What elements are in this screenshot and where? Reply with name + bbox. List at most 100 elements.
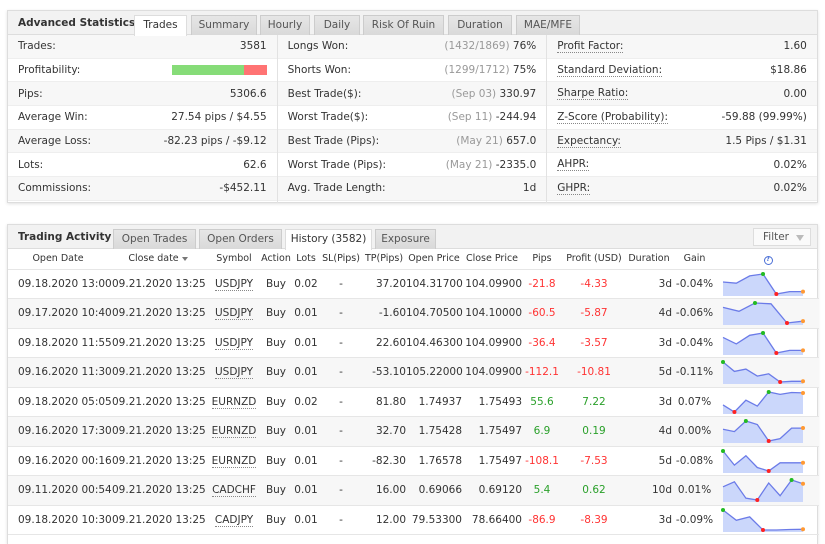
cell-duration: 3d (626, 328, 672, 358)
table-row[interactable]: 09.17.2020 10:40 09.21.2020 13:25 USDJPY Bu… (8, 298, 819, 329)
sparkline-min-point (766, 468, 771, 473)
cell-duration: 4d (626, 416, 672, 447)
symbol-link[interactable]: CADCHF (212, 484, 256, 498)
cell-lots: 0.01 (292, 446, 320, 476)
dropdown-arrow-icon (796, 235, 804, 241)
cell-sl-pips: - (320, 416, 362, 447)
table-row[interactable]: 09.18.2020 11:55 09.21.2020 13:25 USDJPY Bu… (8, 328, 819, 358)
column-header-sl[interactable]: SL(Pips) (320, 249, 362, 270)
stat-label: Pips: (18, 87, 43, 100)
column-header-gain[interactable]: Gain (672, 249, 717, 270)
tab-daily[interactable]: Daily (314, 15, 360, 35)
cell-sl-pips: - (320, 446, 362, 476)
cell-sparkline (717, 269, 819, 299)
column-header-tp[interactable]: TP(Pips) (362, 249, 406, 270)
column-header-chart: ? (717, 249, 819, 270)
cell-tp-pips: 32.70 (362, 416, 406, 447)
column-header-profit[interactable]: Profit (USD) (562, 249, 626, 270)
tab-risk-of-ruin[interactable]: Risk Of Ruin (363, 15, 444, 35)
cell-close-price: 78.66400 (462, 505, 522, 535)
stat-label[interactable]: GHPR: (557, 182, 591, 195)
column-header-lots[interactable]: Lots (292, 249, 320, 270)
table-row[interactable]: 09.16.2020 11:30 09.21.2020 13:25 USDJPY Bu… (8, 357, 819, 388)
table-row[interactable]: 09.16.2020 17:30 09.21.2020 13:25 EURNZD Bu… (8, 416, 819, 447)
cell-profit: -3.57 (562, 328, 626, 358)
stat-label[interactable]: AHPR: (557, 158, 590, 172)
cell-open-price: 104.70500 (406, 298, 463, 329)
tab-duration[interactable]: Duration (448, 15, 512, 35)
cell-profit: -4.33 (562, 269, 626, 299)
symbol-link[interactable]: USDJPY (214, 277, 254, 291)
tab-exposure[interactable]: Exposure (375, 229, 436, 249)
symbol-link[interactable]: USDJPY (214, 307, 254, 321)
column-header-close-price[interactable]: Close Price (462, 249, 522, 270)
column-header-pips[interactable]: Pips (522, 249, 562, 270)
tab-open-trades[interactable]: Open Trades (113, 229, 196, 249)
stat-label[interactable]: Profit Factor: (557, 40, 624, 53)
cell-close-price: 104.09900 (462, 269, 522, 299)
cell-sparkline (717, 505, 819, 535)
cell-open-date: 09.16.2020 00:16 (8, 446, 112, 476)
stat-label[interactable]: Z-Score (Probability): (557, 111, 669, 124)
tab-summary[interactable]: Summary (191, 15, 257, 35)
column-header-symbol[interactable]: Symbol (208, 249, 260, 270)
cell-pips: -108.1 (522, 446, 562, 476)
cell-open-date: 09.18.2020 10:30 (8, 505, 112, 535)
symbol-link[interactable]: USDJPY (214, 366, 254, 380)
stats-column-ratios: Profit Factor: 1.60 Standard Deviation: $18… (547, 35, 817, 203)
cell-sl-pips: - (320, 387, 362, 417)
cell-open-price: 104.31700 (406, 269, 463, 299)
sparkline-max-point (753, 301, 757, 306)
stat-detail: (Sep 03) (451, 87, 497, 100)
gain-sparkline (722, 478, 805, 503)
cell-close-date: 09.21.2020 13:25 (108, 446, 208, 476)
tab-mae-mfe[interactable]: MAE/MFE (516, 15, 580, 35)
symbol-link[interactable]: EURNZD (211, 454, 257, 468)
cell-pips: 55.6 (522, 387, 562, 417)
stat-label: Longs Won: (287, 40, 349, 53)
stat-label[interactable]: Expectancy: (557, 135, 621, 148)
sparkline-last-point (801, 379, 805, 384)
cell-duration: 5d (626, 357, 672, 388)
cell-pips: -112.1 (522, 357, 562, 388)
column-header-duration[interactable]: Duration (626, 249, 672, 270)
sparkline-max-point (761, 330, 765, 335)
cell-close-date: 09.21.2020 13:25 (108, 475, 208, 506)
cell-close-price: 1.75493 (462, 387, 522, 417)
table-row[interactable]: 09.16.2020 00:16 09.21.2020 13:25 EURNZD Bu… (8, 446, 819, 476)
cell-sparkline (717, 475, 819, 506)
symbol-link[interactable]: EURNZD (211, 395, 257, 409)
stat-row: Avg. Trade Length: 1d (277, 177, 547, 201)
table-row[interactable]: 09.18.2020 13:00 09.21.2020 13:25 USDJPY Bu… (8, 269, 819, 299)
panel-title: Trading Activity (18, 231, 112, 243)
cell-open-price: 0.69066 (406, 475, 462, 506)
gain-sparkline (721, 507, 805, 532)
column-header-open-date[interactable]: Open Date (8, 249, 108, 270)
symbol-link[interactable]: EURNZD (211, 425, 257, 439)
filter-button[interactable]: Filter (753, 228, 811, 246)
tab-hourly[interactable]: Hourly (260, 15, 310, 35)
sparkline-max-point (789, 478, 794, 483)
cell-close-price: 0.69120 (462, 475, 522, 506)
table-row[interactable]: 09.18.2020 10:30 09.21.2020 13:25 CADJPY Bu… (8, 505, 819, 535)
column-header-action[interactable]: Action (260, 249, 292, 270)
cell-tp-pips: 12.00 (362, 505, 406, 535)
table-row[interactable]: 09.18.2020 05:05 09.21.2020 13:25 EURNZD Bu… (8, 387, 819, 417)
sparkline-max-point (721, 507, 725, 512)
stat-label: Best Trade($): (287, 87, 362, 100)
column-header-open-price[interactable]: Open Price (406, 249, 462, 270)
stat-label[interactable]: Standard Deviation: (557, 64, 663, 77)
stat-label: Trades: (18, 40, 56, 53)
cell-tp-pips: 16.00 (362, 475, 406, 506)
table-row[interactable]: 09.11.2020 00:54 09.21.2020 13:25 CADCHF Bu… (8, 475, 819, 506)
symbol-link[interactable]: CADJPY (214, 513, 254, 527)
tab-open-orders[interactable]: Open Orders (199, 229, 282, 249)
stat-value: (1299/1712) 75% (444, 64, 536, 76)
help-icon[interactable]: ? (763, 255, 773, 265)
sparkline-min-point (755, 498, 760, 503)
column-header-close-date[interactable]: Close date (108, 249, 208, 270)
stat-label[interactable]: Sharpe Ratio: (557, 87, 629, 101)
symbol-link[interactable]: USDJPY (214, 336, 254, 350)
tab-history[interactable]: History (3582) (285, 229, 372, 250)
tab-trades[interactable]: Trades (134, 15, 187, 36)
